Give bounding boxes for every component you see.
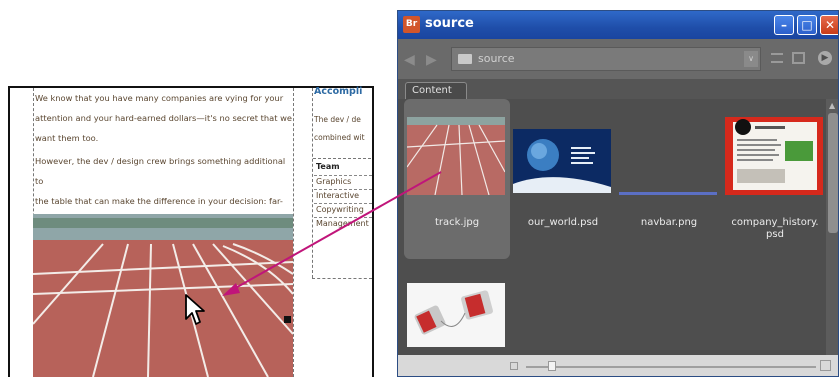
thumbnail-image — [407, 283, 505, 347]
scrollbar-thumb[interactable] — [828, 113, 838, 233]
resize-handle[interactable] — [284, 316, 291, 323]
column-guide — [293, 88, 294, 377]
sidebar-text[interactable]: combined wit — [314, 133, 372, 142]
thumbnail-image — [619, 192, 717, 195]
small-thumbnail-icon[interactable] — [510, 362, 518, 370]
page-border-left — [8, 86, 10, 377]
close-button[interactable]: ✕ — [820, 15, 838, 35]
scroll-up-icon[interactable]: ▲ — [829, 101, 835, 110]
thumbnail-image — [725, 117, 823, 195]
thumbnail-item[interactable]: track.jpg — [404, 99, 510, 259]
thumbnail-image — [513, 129, 611, 193]
thumbnail-item[interactable]: navbar.png — [616, 99, 722, 259]
page-border-right — [372, 86, 374, 377]
toolbar: ◀ ▶ source ∨ ▶ — [398, 39, 838, 79]
path-label: source — [478, 52, 515, 65]
minimize-icon: – — [781, 18, 787, 32]
divider — [314, 189, 372, 190]
tab-content[interactable]: Content — [405, 82, 467, 99]
content-panel: track.jpg our_world.psd navbar.png compa… — [398, 99, 826, 355]
chevron-down-icon[interactable]: ∨ — [744, 51, 758, 67]
bridge-window: Br source – □ ✕ ◀ ▶ source ∨ ▶ Content t… — [397, 10, 839, 377]
thumbnail-label: track.jpg — [434, 217, 480, 228]
status-bar — [398, 355, 838, 376]
window-icon[interactable] — [792, 52, 805, 64]
large-thumbnail-icon[interactable] — [820, 360, 831, 371]
column-guide — [312, 278, 372, 279]
divider — [314, 175, 372, 176]
thumbnail-label: navbar.png — [640, 217, 698, 228]
sidebar-text[interactable]: The dev / de — [314, 115, 372, 124]
close-icon: ✕ — [824, 18, 836, 32]
tab-strip: Content — [398, 79, 838, 99]
document-page: We know that you have many companies are… — [0, 0, 380, 377]
mouse-pointer-icon — [185, 294, 205, 325]
minimize-button[interactable]: – — [774, 15, 794, 35]
maximize-icon: □ — [801, 18, 813, 32]
play-icon[interactable]: ▶ — [818, 51, 832, 65]
team-title[interactable]: Team — [316, 162, 340, 171]
vertical-scrollbar[interactable]: ▲ — [826, 99, 838, 355]
thumbnail-size-slider[interactable] — [526, 366, 816, 368]
maximize-button[interactable]: □ — [797, 15, 817, 35]
team-item[interactable]: Copywriting — [316, 205, 372, 214]
sidebar-heading[interactable]: Accompli — [314, 86, 372, 97]
back-arrow-icon[interactable]: ◀ — [404, 52, 415, 68]
bridge-app-icon: Br — [403, 16, 420, 33]
forward-arrow-icon[interactable]: ▶ — [426, 52, 437, 68]
menu-icon[interactable] — [771, 53, 783, 63]
path-bar[interactable]: source ∨ — [451, 47, 761, 71]
folder-icon — [458, 54, 472, 64]
team-item[interactable]: Management — [316, 219, 372, 228]
track-image-placeholder[interactable] — [33, 214, 293, 377]
team-item[interactable]: Graphics — [316, 177, 372, 186]
body-paragraph[interactable]: We know that you have many companies are… — [35, 88, 293, 148]
thumbnail-item[interactable]: our_world.psd — [510, 99, 616, 259]
thumbnail-image — [407, 117, 505, 195]
team-item[interactable]: Interactive — [316, 191, 372, 200]
thumbnail-item[interactable] — [404, 271, 510, 355]
title-bar[interactable]: Br source – □ ✕ — [398, 11, 838, 39]
thumbnail-label: our_world.psd — [527, 217, 599, 228]
window-title: source — [425, 16, 474, 31]
divider — [314, 203, 372, 204]
divider — [314, 217, 372, 218]
slider-handle[interactable] — [548, 361, 556, 371]
thumbnail-item[interactable]: company_history. psd — [722, 99, 828, 259]
thumbnail-label: company_history. psd — [731, 217, 819, 240]
